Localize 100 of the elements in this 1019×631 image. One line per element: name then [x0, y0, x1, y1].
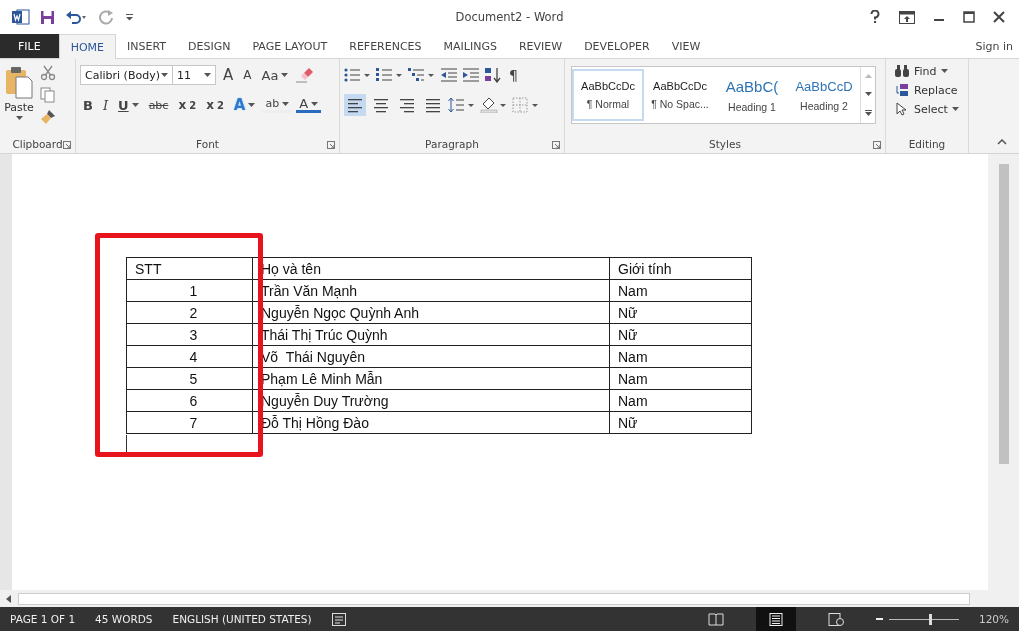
ribbon-tab[interactable]: HOME — [58, 34, 117, 59]
sort-icon[interactable] — [484, 67, 502, 83]
group-label: Paragraph — [425, 138, 479, 150]
table-cell: 7 — [126, 411, 253, 434]
print-layout-button[interactable] — [755, 607, 796, 631]
style-item[interactable]: AaBbCcDc ¶ No Spac... — [644, 69, 716, 121]
maximize-icon[interactable] — [963, 11, 975, 23]
table-cell: Nam — [609, 367, 752, 390]
strikethrough-button[interactable]: abc — [145, 94, 172, 116]
shrink-font-button[interactable]: A — [240, 64, 255, 86]
collapse-ribbon-icon[interactable] — [997, 139, 1007, 145]
align-right-icon — [398, 97, 416, 113]
paintbrush-icon[interactable] — [40, 109, 56, 125]
multilevel-list-icon[interactable] — [408, 67, 436, 83]
show-formatting-button[interactable]: ¶ — [506, 64, 521, 86]
page-count[interactable]: PAGE 1 OF 1 — [10, 613, 76, 625]
ribbon-tab[interactable]: REVIEW — [507, 34, 574, 58]
style-item[interactable]: AaBbC( Heading 1 — [716, 69, 788, 121]
ribbon-tab[interactable]: DESIGN — [177, 34, 242, 58]
dialog-launcher-icon[interactable] — [327, 141, 335, 149]
ribbon-tab[interactable]: REFERENCES — [338, 34, 433, 58]
paste-button[interactable]: Paste — [4, 63, 34, 135]
clipboard-icon — [4, 65, 34, 99]
find-button[interactable]: Find — [894, 63, 964, 79]
caret-icon — [281, 73, 289, 77]
ribbon-tab[interactable]: PAGE LAYOUT — [241, 34, 339, 58]
font-color-button[interactable]: A — [296, 97, 322, 113]
font-size-field[interactable]: 11 — [172, 65, 216, 85]
caret-icon — [311, 101, 319, 106]
align-button[interactable] — [344, 94, 366, 116]
caret-icon — [940, 69, 948, 73]
style-item[interactable]: AaBbCcDc ¶ Normal — [572, 69, 644, 121]
increase-indent-icon[interactable] — [462, 67, 480, 83]
word-logo-icon[interactable] — [12, 9, 30, 25]
table-cell: 6 — [126, 389, 253, 412]
horizontal-scrollbar[interactable] — [0, 590, 1019, 607]
dialog-launcher-icon[interactable] — [873, 141, 881, 149]
help-icon[interactable] — [869, 10, 881, 24]
select-button[interactable]: Select — [894, 101, 964, 117]
align-left-icon — [346, 97, 364, 113]
table-cell: 2 — [126, 301, 253, 324]
book-icon — [707, 612, 724, 626]
undo-icon[interactable] — [65, 10, 89, 24]
line-spacing-icon[interactable] — [448, 97, 476, 113]
scroll-down-icon[interactable] — [864, 92, 872, 96]
zoom-level[interactable]: 120% — [978, 613, 1009, 625]
file-tab[interactable]: FILE — [0, 34, 59, 58]
table-cell: Nữ — [609, 411, 752, 434]
zoom-slider[interactable] — [888, 613, 959, 625]
scissors-icon[interactable] — [40, 65, 56, 81]
replace-icon — [894, 83, 910, 97]
table-cell: Nam — [609, 345, 752, 368]
customize-caret-icon[interactable] — [125, 13, 134, 21]
caret-icon — [248, 103, 256, 107]
text-effects-button[interactable]: A — [230, 94, 259, 116]
grow-font-button[interactable]: A — [220, 64, 237, 86]
table-cell: Nam — [609, 279, 752, 302]
window-title: Document2 - Word — [455, 10, 564, 24]
ribbon-tab[interactable]: INSERT — [116, 34, 177, 58]
bullets-icon[interactable] — [344, 67, 372, 83]
ribbon-tab[interactable]: MAILINGS — [432, 34, 508, 58]
scroll-left-icon[interactable] — [6, 594, 12, 603]
word-count[interactable]: 45 WORDS — [95, 613, 153, 625]
macro-record-icon[interactable] — [331, 612, 346, 626]
caret-icon — [161, 73, 168, 77]
highlight-button[interactable]: ab — [262, 97, 293, 113]
eraser-icon[interactable] — [295, 67, 314, 83]
ribbon-tab[interactable]: VIEW — [660, 34, 712, 58]
numbering-icon[interactable] — [376, 67, 404, 83]
italic-button[interactable]: I — [99, 94, 112, 116]
decrease-indent-icon[interactable] — [440, 67, 458, 83]
more-styles-icon[interactable] — [864, 110, 872, 116]
language-status[interactable]: ENGLISH (UNITED STATES) — [172, 613, 312, 625]
caret-icon — [204, 73, 211, 77]
group-label: Editing — [908, 138, 946, 150]
font-name-field[interactable]: Calibri (Body) — [80, 65, 173, 85]
table-cell: Thái Thị Trúc Quỳnh — [252, 323, 610, 346]
replace-button[interactable]: Replace — [894, 82, 964, 98]
align-center-icon — [372, 97, 390, 113]
dialog-launcher-icon[interactable] — [63, 141, 71, 149]
ribbon-display-icon[interactable] — [899, 10, 915, 24]
style-item[interactable]: AaBbCcD Heading 2 — [788, 69, 860, 121]
underline-button[interactable]: U — [115, 94, 142, 116]
table-cell: 1 — [126, 279, 253, 302]
sign-in-link[interactable]: Sign in — [969, 34, 1019, 58]
table-cell: Nữ — [609, 301, 752, 324]
group-label: Font — [196, 138, 219, 150]
caret-icon — [15, 116, 23, 120]
caret-icon — [951, 107, 959, 111]
change-case-button[interactable]: Aa — [258, 64, 292, 86]
vertical-scrollbar[interactable] — [988, 154, 1019, 590]
close-icon[interactable] — [993, 11, 1005, 23]
caret-icon — [282, 101, 290, 106]
ribbon-tab[interactable]: DEVELOPER — [573, 34, 661, 58]
bold-button[interactable]: B — [80, 94, 96, 116]
page-globe-icon — [827, 612, 844, 626]
column-header: Giới tính — [609, 257, 752, 280]
shading-icon[interactable] — [480, 97, 508, 113]
column-header: STT — [126, 257, 253, 280]
dialog-launcher-icon[interactable] — [552, 141, 560, 149]
